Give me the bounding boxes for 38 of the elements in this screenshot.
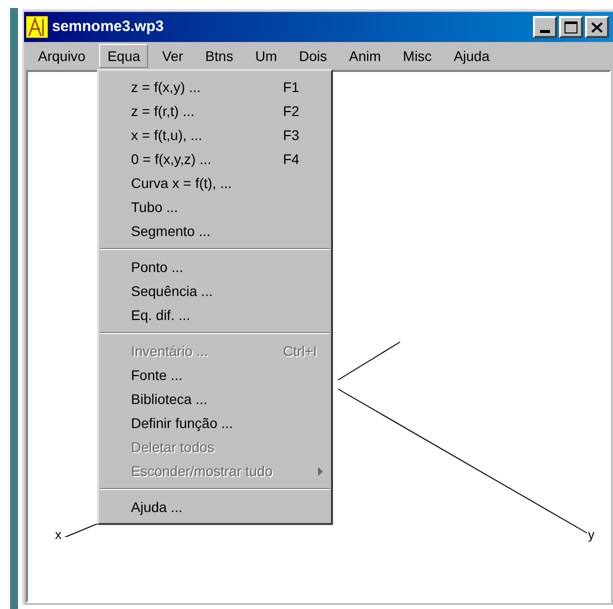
axis-label: x bbox=[55, 528, 62, 541]
menu-item[interactable]: Curva x = f(t), ... bbox=[99, 171, 331, 195]
menu-bar-item[interactable]: Dois bbox=[290, 44, 335, 68]
menu-item[interactable]: Fonte ... bbox=[99, 363, 331, 387]
menu-item[interactable]: Sequência ... bbox=[99, 279, 331, 303]
menu-item[interactable]: x = f(t,u), ... F3 bbox=[99, 123, 331, 147]
maximize-icon bbox=[564, 20, 578, 34]
menu-item[interactable]: Biblioteca ... bbox=[99, 387, 331, 411]
menu-item[interactable]: Tubo ... bbox=[99, 195, 331, 219]
menu-item[interactable]: z = f(x,y) ... F1 bbox=[99, 75, 331, 99]
menu-item[interactable]: 0 = f(x,y,z) ... F4 bbox=[99, 147, 331, 171]
menu-item[interactable]: Definir função ... bbox=[99, 411, 331, 435]
menu-bar-item[interactable]: Anim bbox=[341, 44, 389, 68]
menu-bar-item[interactable]: Ajuda bbox=[446, 44, 498, 68]
close-icon bbox=[591, 22, 603, 32]
menu-bar-item[interactable]: Arquivo bbox=[30, 44, 94, 68]
shortcut-label: F2 bbox=[283, 102, 300, 120]
app-logo-icon bbox=[26, 16, 48, 38]
shortcut-label: F4 bbox=[283, 150, 300, 168]
shortcut-label: Ctrl+I bbox=[283, 342, 317, 360]
menu-item[interactable]: Eq. dif. ... bbox=[99, 303, 331, 327]
minimize-button[interactable] bbox=[533, 16, 557, 38]
axis-label: y bbox=[588, 528, 594, 541]
maximize-button[interactable] bbox=[559, 16, 583, 38]
menu-item[interactable]: Segmento ... bbox=[99, 219, 331, 243]
close-button[interactable] bbox=[585, 16, 609, 38]
menu-bar-item[interactable]: Btns bbox=[197, 44, 242, 68]
menu-bar-item[interactable]: Um bbox=[247, 44, 285, 68]
menu-bar-item[interactable]: Ver bbox=[154, 44, 192, 68]
menu-bar-item[interactable]: Misc bbox=[394, 44, 440, 68]
menu-item[interactable]: Ajuda ... bbox=[99, 495, 331, 519]
minimize-icon bbox=[540, 30, 550, 33]
menu-item[interactable]: z = f(r,t) ... F2 bbox=[99, 99, 331, 123]
shortcut-label: F3 bbox=[283, 126, 300, 144]
shortcut-label: F1 bbox=[283, 78, 300, 96]
menu-item[interactable]: Ponto ... bbox=[99, 255, 331, 279]
menu-bar-item[interactable]: Equa bbox=[99, 44, 148, 68]
window-title: semnome3.wp3 bbox=[52, 16, 164, 37]
